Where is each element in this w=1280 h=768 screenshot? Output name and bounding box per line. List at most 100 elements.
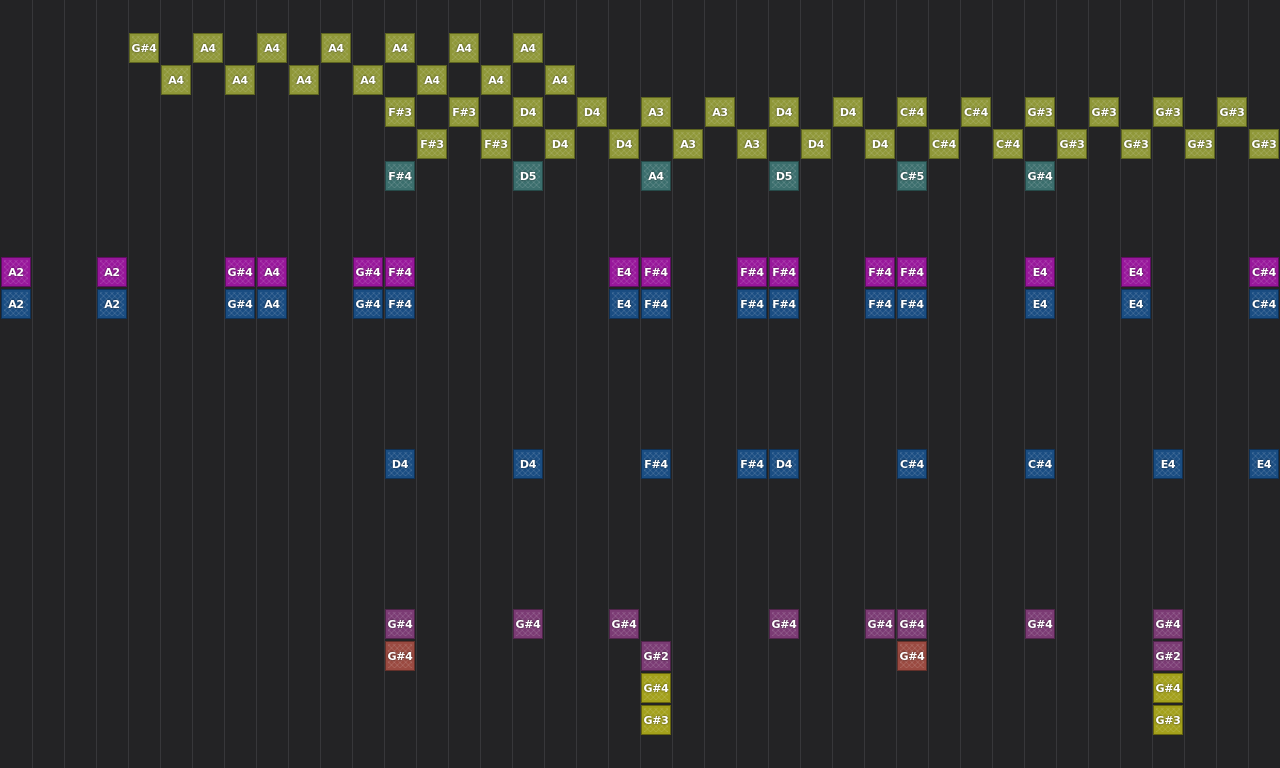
- note-block-perc-3[interactable]: G#4: [641, 673, 671, 703]
- note-block-lead-upper[interactable]: A4: [513, 33, 543, 63]
- note-block-lead-upper[interactable]: A4: [257, 33, 287, 63]
- note-block-perc-2[interactable]: G#2: [641, 641, 671, 671]
- note-block-pad[interactable]: G#4: [1025, 161, 1055, 191]
- note-block-perc-2[interactable]: G#2: [1153, 641, 1183, 671]
- note-block-arp-lower[interactable]: G#3: [1057, 129, 1087, 159]
- note-block-chord-bottom[interactable]: F#4: [737, 289, 767, 319]
- note-block-arp-lower[interactable]: D4: [545, 129, 575, 159]
- note-block-perc-1[interactable]: G#4: [1025, 609, 1055, 639]
- note-block-perc-4[interactable]: G#3: [1153, 705, 1183, 735]
- note-block-lead-upper[interactable]: A4: [385, 33, 415, 63]
- note-block-arp-upper[interactable]: F#3: [449, 97, 479, 127]
- note-block-lead-lower[interactable]: A4: [289, 65, 319, 95]
- note-block-chord-top[interactable]: E4: [609, 257, 639, 287]
- note-block-lead-lower[interactable]: A4: [161, 65, 191, 95]
- note-block-pad[interactable]: D5: [513, 161, 543, 191]
- note-block-perc-2[interactable]: G#4: [385, 641, 415, 671]
- note-block-arp-upper[interactable]: D4: [769, 97, 799, 127]
- note-block-arp-lower[interactable]: F#3: [417, 129, 447, 159]
- note-block-chord-bottom[interactable]: E4: [1025, 289, 1055, 319]
- note-block-chord-bottom[interactable]: F#4: [641, 289, 671, 319]
- note-block-arp-upper[interactable]: A3: [641, 97, 671, 127]
- note-block-chord-bottom[interactable]: F#4: [769, 289, 799, 319]
- note-block-chord-bottom[interactable]: A4: [257, 289, 287, 319]
- note-block-chord-bottom[interactable]: C#4: [1249, 289, 1279, 319]
- note-block-lead-upper[interactable]: A4: [449, 33, 479, 63]
- note-block-arp-lower[interactable]: G#3: [1249, 129, 1279, 159]
- note-block-bass[interactable]: D4: [769, 449, 799, 479]
- note-block-chord-bottom[interactable]: F#4: [385, 289, 415, 319]
- note-block-lead-lower[interactable]: A4: [481, 65, 511, 95]
- note-block-chord-bottom[interactable]: E4: [1121, 289, 1151, 319]
- note-block-chord-top[interactable]: E4: [1025, 257, 1055, 287]
- note-block-arp-upper[interactable]: C#4: [897, 97, 927, 127]
- note-block-chord-top[interactable]: G#4: [225, 257, 255, 287]
- note-block-chord-top[interactable]: F#4: [865, 257, 895, 287]
- note-block-chord-bottom[interactable]: A2: [1, 289, 31, 319]
- note-block-arp-upper[interactable]: F#3: [385, 97, 415, 127]
- note-block-perc-1[interactable]: G#4: [897, 609, 927, 639]
- note-block-chord-top[interactable]: A2: [97, 257, 127, 287]
- note-block-lead-lower[interactable]: A4: [417, 65, 447, 95]
- note-block-lead-upper[interactable]: A4: [193, 33, 223, 63]
- note-block-pad[interactable]: F#4: [385, 161, 415, 191]
- note-block-bass[interactable]: F#4: [641, 449, 671, 479]
- note-block-perc-1[interactable]: G#4: [609, 609, 639, 639]
- note-grid[interactable]: G#4 A4 A4 A4 A4 A4 A4 A4 A4 A4 A4 A4 A4 A4 F#3 F#3 D4 D4 A…: [0, 0, 1280, 768]
- note-block-perc-4[interactable]: G#3: [641, 705, 671, 735]
- note-block-chord-top[interactable]: F#4: [769, 257, 799, 287]
- note-block-arp-lower[interactable]: D4: [801, 129, 831, 159]
- note-block-lead-lower[interactable]: A4: [353, 65, 383, 95]
- note-block-arp-lower[interactable]: F#3: [481, 129, 511, 159]
- note-block-arp-lower[interactable]: G#3: [1121, 129, 1151, 159]
- note-block-lead-upper[interactable]: G#4: [129, 33, 159, 63]
- note-block-chord-top[interactable]: F#4: [641, 257, 671, 287]
- note-block-arp-upper[interactable]: G#3: [1217, 97, 1247, 127]
- note-block-pad[interactable]: D5: [769, 161, 799, 191]
- note-block-arp-upper[interactable]: A3: [705, 97, 735, 127]
- note-block-chord-top[interactable]: F#4: [737, 257, 767, 287]
- note-block-arp-upper[interactable]: C#4: [961, 97, 991, 127]
- note-block-chord-bottom[interactable]: G#4: [353, 289, 383, 319]
- note-block-perc-2[interactable]: G#4: [897, 641, 927, 671]
- note-block-chord-bottom[interactable]: A2: [97, 289, 127, 319]
- note-block-arp-lower[interactable]: D4: [609, 129, 639, 159]
- note-block-pad[interactable]: C#5: [897, 161, 927, 191]
- note-block-pad[interactable]: A4: [641, 161, 671, 191]
- note-block-chord-top[interactable]: E4: [1121, 257, 1151, 287]
- note-block-perc-1[interactable]: G#4: [513, 609, 543, 639]
- note-block-bass[interactable]: E4: [1153, 449, 1183, 479]
- note-block-bass[interactable]: F#4: [737, 449, 767, 479]
- note-block-lead-lower[interactable]: A4: [225, 65, 255, 95]
- note-block-chord-top[interactable]: C#4: [1249, 257, 1279, 287]
- note-block-chord-top[interactable]: F#4: [385, 257, 415, 287]
- note-block-arp-upper[interactable]: G#3: [1025, 97, 1055, 127]
- note-block-arp-upper[interactable]: D4: [833, 97, 863, 127]
- note-block-arp-upper[interactable]: G#3: [1089, 97, 1119, 127]
- note-block-chord-top[interactable]: A4: [257, 257, 287, 287]
- note-block-chord-bottom[interactable]: F#4: [897, 289, 927, 319]
- note-block-bass[interactable]: C#4: [1025, 449, 1055, 479]
- note-block-bass[interactable]: E4: [1249, 449, 1279, 479]
- note-block-arp-upper[interactable]: G#3: [1153, 97, 1183, 127]
- note-block-chord-top[interactable]: F#4: [897, 257, 927, 287]
- note-block-arp-upper[interactable]: D4: [513, 97, 543, 127]
- note-block-lead-upper[interactable]: A4: [321, 33, 351, 63]
- note-block-chord-bottom[interactable]: G#4: [225, 289, 255, 319]
- note-block-arp-upper[interactable]: D4: [577, 97, 607, 127]
- note-block-arp-lower[interactable]: G#3: [1185, 129, 1215, 159]
- note-block-bass[interactable]: D4: [513, 449, 543, 479]
- note-block-arp-lower[interactable]: C#4: [929, 129, 959, 159]
- note-block-perc-1[interactable]: G#4: [769, 609, 799, 639]
- note-block-perc-1[interactable]: G#4: [865, 609, 895, 639]
- note-block-perc-1[interactable]: G#4: [1153, 609, 1183, 639]
- note-block-arp-lower[interactable]: D4: [865, 129, 895, 159]
- note-block-chord-bottom[interactable]: F#4: [865, 289, 895, 319]
- note-block-arp-lower[interactable]: A3: [737, 129, 767, 159]
- note-block-lead-lower[interactable]: A4: [545, 65, 575, 95]
- note-block-perc-1[interactable]: G#4: [385, 609, 415, 639]
- note-block-chord-top[interactable]: A2: [1, 257, 31, 287]
- note-block-arp-lower[interactable]: A3: [673, 129, 703, 159]
- note-block-bass[interactable]: C#4: [897, 449, 927, 479]
- note-block-chord-bottom[interactable]: E4: [609, 289, 639, 319]
